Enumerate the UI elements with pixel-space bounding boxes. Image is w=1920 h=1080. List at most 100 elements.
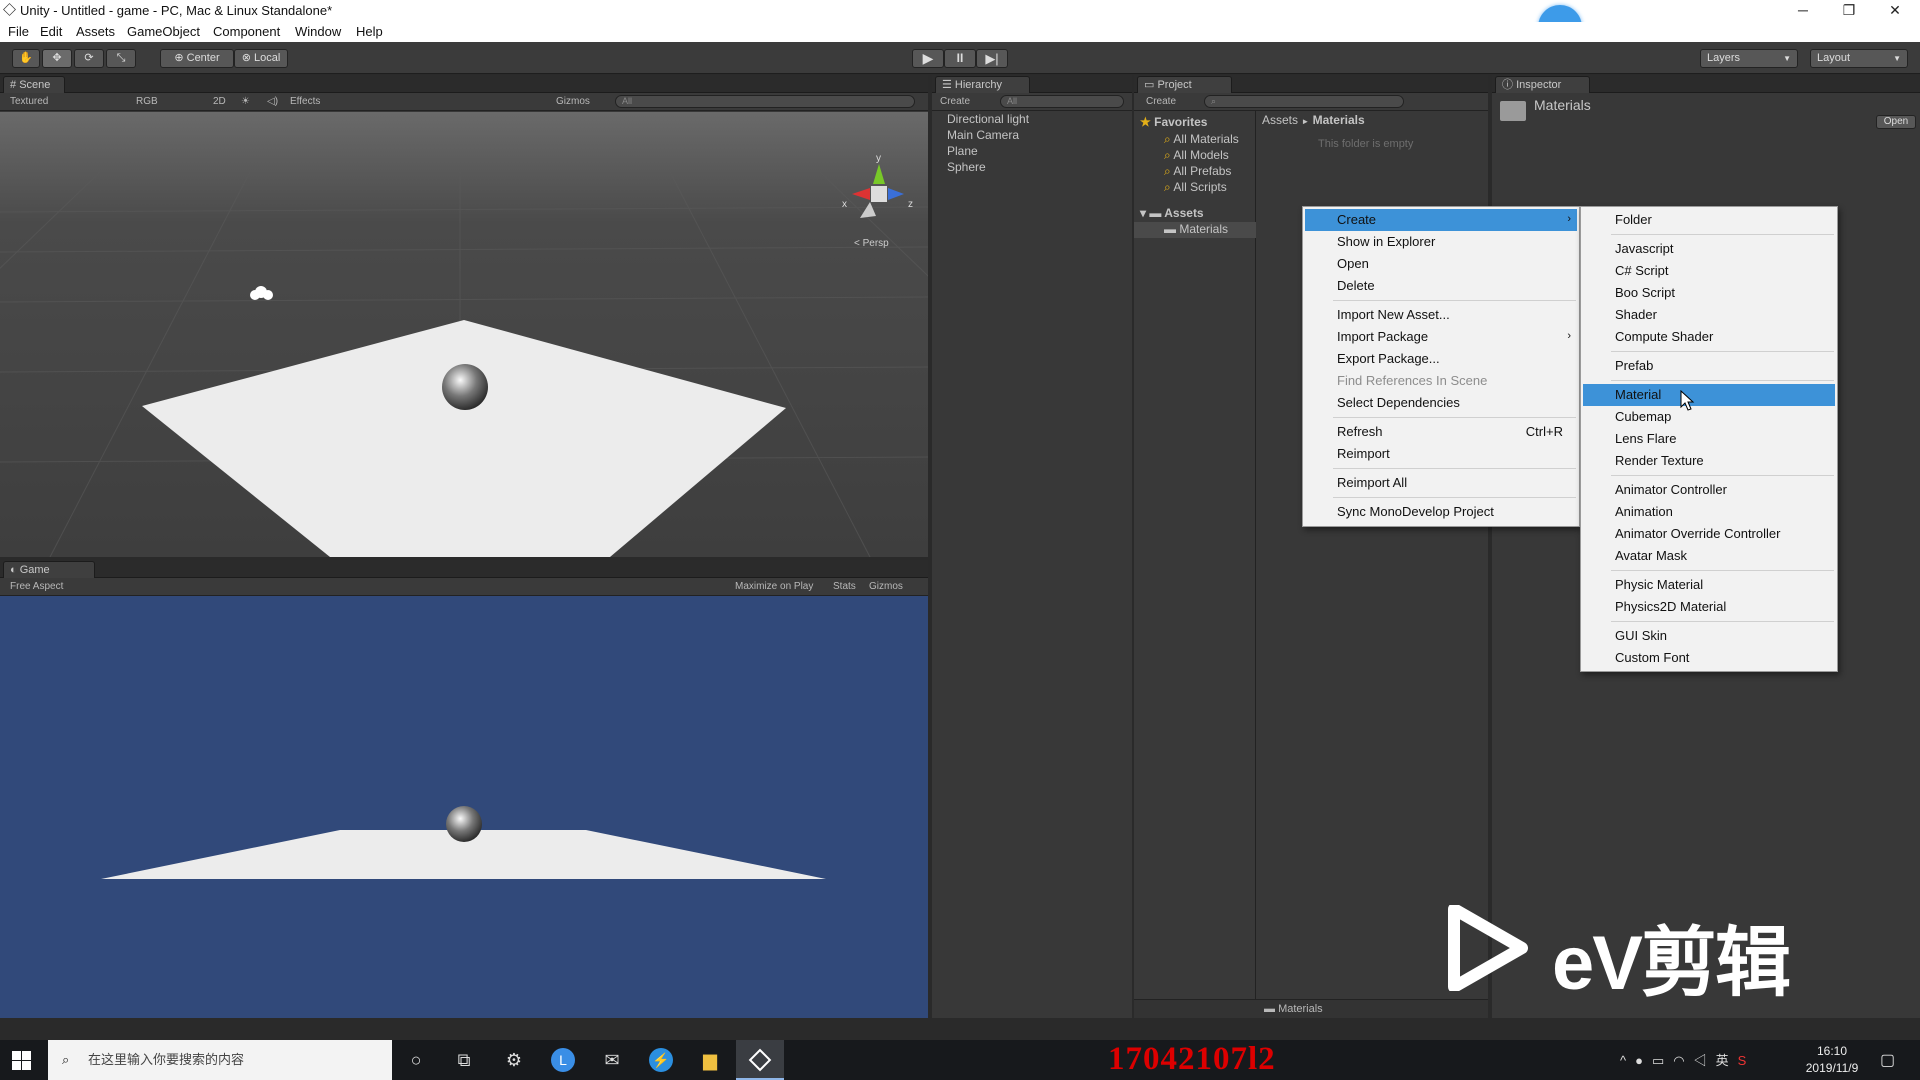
project-search-input[interactable]: ⌕ — [1204, 95, 1404, 108]
effects-dropdown[interactable]: Effects — [290, 96, 320, 107]
close-button[interactable]: ✕ — [1872, 0, 1918, 22]
pause-icon[interactable]: II — [944, 49, 976, 68]
clock-app-icon[interactable]: L — [551, 1048, 575, 1072]
audio-toggle-icon[interactable]: ◁) — [267, 96, 278, 107]
context-menu-select-dependencies[interactable]: Select Dependencies — [1305, 392, 1577, 414]
pivot-local-button[interactable]: ⊗ Local — [234, 49, 288, 68]
tab-hierarchy[interactable]: ☰ Hierarchy — [935, 76, 1030, 93]
create-avatar-mask[interactable]: Avatar Mask — [1583, 545, 1835, 567]
layers-dropdown[interactable]: Layers ▼ — [1700, 49, 1798, 68]
menu-gameobject[interactable]: GameObject — [127, 24, 200, 39]
move-tool-icon[interactable]: ✥ — [42, 49, 72, 68]
favorite-item[interactable]: ⌕ All Scripts — [1164, 179, 1239, 195]
hierarchy-item[interactable]: Plane — [947, 143, 1029, 159]
create-material[interactable]: Material — [1583, 384, 1835, 406]
wifi-icon[interactable]: ◠ — [1673, 1053, 1693, 1068]
2d-toggle[interactable]: 2D — [213, 96, 226, 107]
assets-node[interactable]: ▾ ▬ Assets — [1140, 206, 1204, 220]
step-icon[interactable]: ▶| — [976, 49, 1008, 68]
create-animation[interactable]: Animation — [1583, 501, 1835, 523]
hierarchy-item[interactable]: Main Camera — [947, 127, 1029, 143]
context-menu-create[interactable]: Create › — [1305, 209, 1577, 231]
hierarchy-item[interactable]: Sphere — [947, 159, 1029, 175]
settings-gear-icon[interactable]: ⚙ — [502, 1048, 526, 1072]
create-animator-override-controller[interactable]: Animator Override Controller — [1583, 523, 1835, 545]
rotate-tool-icon[interactable]: ⟳ — [74, 49, 104, 68]
hand-tool-icon[interactable]: ✋ — [12, 49, 40, 68]
stats-toggle[interactable]: Stats — [833, 581, 856, 592]
hierarchy-search-input[interactable]: All — [1000, 95, 1124, 108]
create-shader[interactable]: Shader — [1583, 304, 1835, 326]
context-menu-refresh[interactable]: Refresh Ctrl+R — [1305, 421, 1577, 443]
sphere-mesh[interactable] — [442, 364, 488, 410]
context-menu-export-package[interactable]: Export Package... — [1305, 348, 1577, 370]
breadcrumb-root[interactable]: Assets — [1262, 113, 1298, 127]
ime-indicator[interactable]: 英 — [1716, 1053, 1738, 1068]
create-gui-skin[interactable]: GUI Skin — [1583, 625, 1835, 647]
shading-dropdown[interactable]: Textured — [10, 96, 48, 107]
tray-chevron-icon[interactable]: ^ — [1620, 1053, 1635, 1068]
context-menu-import-new-asset[interactable]: Import New Asset... — [1305, 304, 1577, 326]
scene-viewport[interactable]: y x z < Persp — [0, 112, 928, 557]
tab-project[interactable]: ▭ Project — [1137, 76, 1232, 93]
play-icon[interactable]: ▶ — [912, 49, 944, 68]
context-menu-sync-monodevelop[interactable]: Sync MonoDevelop Project — [1305, 501, 1577, 523]
favorite-item[interactable]: ⌕ All Prefabs — [1164, 163, 1239, 179]
favorite-item[interactable]: ⌕ All Models — [1164, 147, 1239, 163]
tab-game[interactable]: ◐ Game — [3, 561, 95, 578]
volume-icon[interactable]: ◁ — [1694, 1053, 1716, 1068]
create-boo-script[interactable]: Boo Script — [1583, 282, 1835, 304]
unity-taskbar-button[interactable] — [736, 1040, 784, 1080]
tray-app-icon[interactable]: ● — [1635, 1053, 1652, 1068]
mail-icon[interactable]: ✉ — [600, 1048, 624, 1072]
windows-start-icon[interactable] — [12, 1051, 32, 1071]
context-menu-reimport-all[interactable]: Reimport All — [1305, 472, 1577, 494]
restore-button[interactable]: ❐ — [1826, 0, 1872, 22]
minimize-button[interactable]: ─ — [1780, 0, 1826, 22]
system-tray[interactable]: ^●▭◠◁英S — [1620, 1050, 1755, 1069]
tab-scene[interactable]: # Scene — [3, 76, 65, 93]
sogou-icon[interactable]: S — [1738, 1053, 1756, 1068]
hierarchy-item[interactable]: Directional light — [947, 111, 1029, 127]
menu-window[interactable]: Window — [295, 24, 341, 39]
create-custom-font[interactable]: Custom Font — [1583, 647, 1835, 669]
task-view-icon[interactable]: ⧉ — [452, 1048, 476, 1072]
taskbar-clock[interactable]: 16:10 2019/11/9 — [1800, 1043, 1864, 1077]
maximize-on-play-toggle[interactable]: Maximize on Play — [735, 581, 813, 592]
create-prefab[interactable]: Prefab — [1583, 355, 1835, 377]
cortana-icon[interactable]: ○ — [404, 1048, 428, 1072]
create-cubemap[interactable]: Cubemap — [1583, 406, 1835, 428]
pivot-center-button[interactable]: ⊕ Center — [160, 49, 234, 68]
tab-inspector[interactable]: ⓘ Inspector — [1495, 76, 1590, 93]
rgb-dropdown[interactable]: RGB — [136, 96, 158, 107]
aspect-dropdown[interactable]: Free Aspect — [10, 581, 63, 592]
favorites-node[interactable]: ★ Favorites — [1140, 115, 1207, 129]
project-create-dropdown[interactable]: Create — [1146, 96, 1176, 107]
create-compute-shader[interactable]: Compute Shader — [1583, 326, 1835, 348]
create-javascript[interactable]: Javascript — [1583, 238, 1835, 260]
create-lens-flare[interactable]: Lens Flare — [1583, 428, 1835, 450]
notification-center-icon[interactable]: ▢ — [1880, 1050, 1895, 1070]
taskbar-search-input[interactable]: ⌕ 在这里输入你要搜索的内容 — [48, 1040, 392, 1080]
context-menu-import-package[interactable]: Import Package › — [1305, 326, 1577, 348]
create-csharp-script[interactable]: C# Script — [1583, 260, 1835, 282]
favorite-item[interactable]: ⌕ All Materials — [1164, 131, 1239, 147]
game-viewport[interactable] — [0, 596, 928, 1018]
lighting-toggle-icon[interactable]: ☀ — [241, 96, 250, 107]
create-physic-material[interactable]: Physic Material — [1583, 574, 1835, 596]
menu-help[interactable]: Help — [356, 24, 383, 39]
scene-search-input[interactable]: All — [615, 95, 915, 108]
create-render-texture[interactable]: Render Texture — [1583, 450, 1835, 472]
menu-assets[interactable]: Assets — [76, 24, 115, 39]
materials-folder-node[interactable]: ▬ Materials — [1134, 222, 1256, 238]
create-folder[interactable]: Folder — [1583, 209, 1835, 231]
hierarchy-create-dropdown[interactable]: Create — [940, 96, 970, 107]
context-menu-show-in-explorer[interactable]: Show in Explorer — [1305, 231, 1577, 253]
browser-icon[interactable]: ⚡ — [649, 1048, 673, 1072]
scale-tool-icon[interactable]: ⤡ — [106, 49, 136, 68]
layout-dropdown[interactable]: Layout ▼ — [1810, 49, 1908, 68]
menu-file[interactable]: File — [8, 24, 29, 39]
inspector-open-button[interactable]: Open — [1876, 115, 1916, 129]
context-menu-delete[interactable]: Delete — [1305, 275, 1577, 297]
context-menu-open[interactable]: Open — [1305, 253, 1577, 275]
